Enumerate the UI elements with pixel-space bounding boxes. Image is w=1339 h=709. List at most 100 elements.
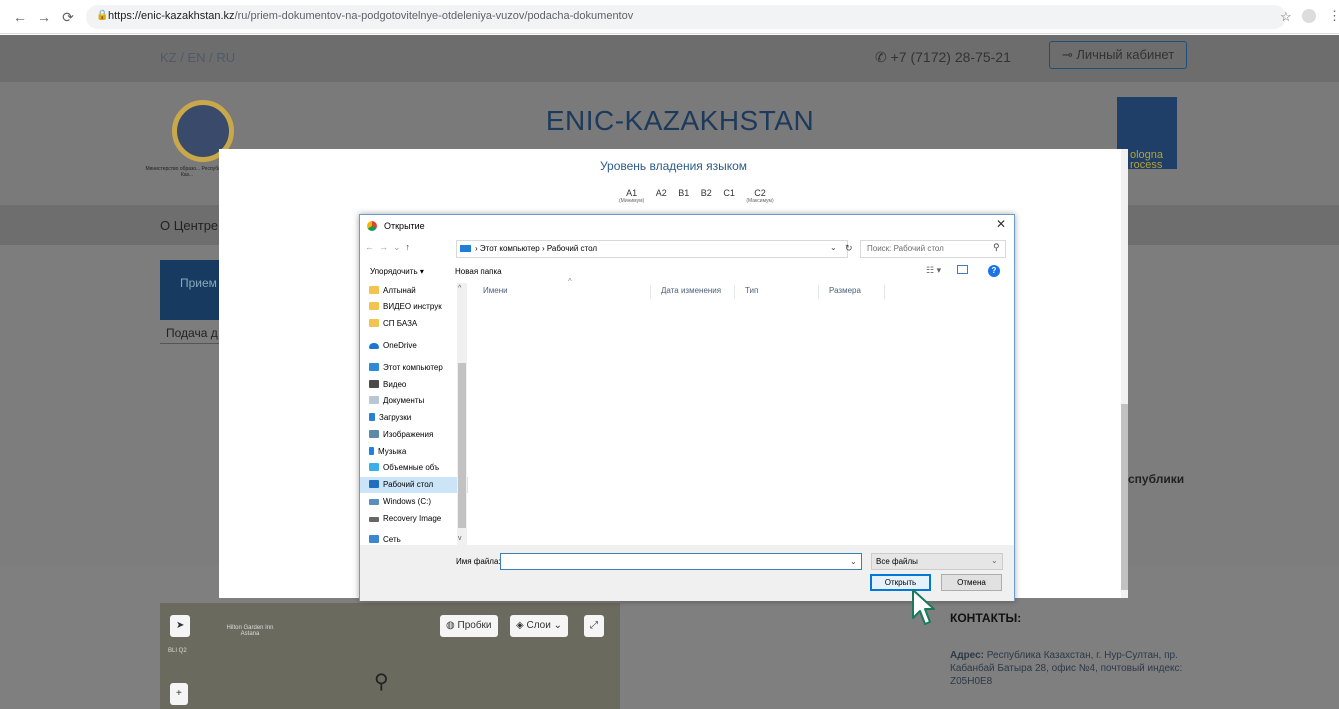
nav-item[interactable]: Загрузки	[369, 410, 468, 426]
close-icon[interactable]: ✕	[996, 217, 1006, 231]
url-text[interactable]: https://enic-kazakhstan.kz/ru/priem-doku…	[108, 10, 633, 22]
desktop-icon	[369, 480, 379, 488]
3d-objects-icon	[369, 463, 379, 471]
forward-icon[interactable]: →	[379, 242, 393, 252]
nav-item[interactable]: Видео	[369, 377, 468, 393]
contacts-title: КОНТАКТЫ:	[950, 611, 1022, 625]
bookmark-star-icon[interactable]: ☆	[1280, 9, 1292, 25]
search-icon[interactable]: ⚲	[993, 242, 1000, 253]
map-traffic-button[interactable]: ◍ Пробки	[440, 615, 498, 637]
drive-icon	[369, 499, 379, 505]
level-code: C2	[754, 188, 766, 198]
back-icon[interactable]: ←	[365, 242, 379, 252]
browser-menu-icon[interactable]: ⋮	[1328, 8, 1339, 24]
organize-button[interactable]: Упорядочить ▾	[370, 267, 424, 276]
traffic-icon: ◍	[446, 620, 458, 631]
column-header-type[interactable]: Тип	[735, 285, 819, 299]
network-icon	[369, 535, 379, 543]
modal-scrollbar-thumb[interactable]	[1121, 404, 1128, 590]
folder-icon	[369, 319, 379, 327]
nav-item[interactable]: OneDrive	[369, 338, 468, 354]
view-options-icon[interactable]: ☷ ▾	[926, 265, 941, 276]
cancel-button[interactable]: Отмена	[941, 574, 1002, 591]
nav-item[interactable]: Объемные объ	[369, 460, 468, 476]
level-note: (Минимум)	[619, 198, 645, 204]
personal-cabinet-button[interactable]: ⊸ Личный кабинет	[1049, 41, 1187, 69]
new-folder-button[interactable]: Новая папка	[455, 267, 502, 276]
up-icon[interactable]: ↑	[406, 242, 416, 252]
map-traffic-label: Пробки	[457, 620, 492, 631]
reload-icon[interactable]: ⟳	[60, 9, 76, 25]
breadcrumb: › Этот компьютер › Рабочий стол	[460, 244, 597, 253]
map-layers-button[interactable]: ◈ Слои ⌄	[510, 615, 568, 637]
nav-item[interactable]: Музыка	[369, 444, 468, 460]
map-widget[interactable]: ➤ BLI Q2 Hilton Garden Inn Astana ◍ Проб…	[160, 603, 620, 709]
help-icon[interactable]: ?	[988, 265, 1000, 277]
map-place-label: Hilton Garden Inn Astana	[226, 625, 274, 637]
breadcrumb-item[interactable]: Этот компьютер	[480, 244, 540, 253]
contacts-address-label: Адрес:	[950, 650, 984, 661]
chevron-down-icon[interactable]: ⌄	[830, 243, 837, 252]
nav-item-label: Документы	[383, 396, 425, 405]
folder-icon	[369, 286, 379, 294]
layers-icon: ◈	[516, 620, 527, 631]
chevron-down-icon[interactable]: ⌄	[991, 556, 998, 565]
filename-label: Имя файла:	[456, 557, 501, 566]
filename-input[interactable]	[500, 553, 862, 570]
nav-item[interactable]: Алтынай	[369, 283, 468, 299]
scroll-up-icon[interactable]: ^	[458, 285, 461, 292]
nav-item[interactable]: Документы	[369, 393, 468, 409]
forward-icon[interactable]: →	[36, 9, 52, 25]
nav-item[interactable]: ВИДЕО инструк	[369, 299, 468, 315]
map-zoom-in-button[interactable]: +	[170, 683, 188, 705]
level-option[interactable]: A1 (Минимум)	[619, 188, 644, 204]
preview-pane-icon[interactable]	[957, 265, 968, 274]
folder-icon	[369, 302, 379, 310]
chevron-down-icon[interactable]: ⌄	[393, 242, 406, 252]
nav-item[interactable]: Рабочий стол	[360, 477, 468, 493]
level-note: (Максимум)	[746, 198, 774, 204]
column-header-name[interactable]: Имени	[473, 285, 651, 299]
language-switcher[interactable]: KZ / EN / RU	[160, 50, 235, 65]
nav-item[interactable]: Windows (C:)	[369, 494, 468, 510]
url-host: https://enic-kazakhstan.kz	[108, 10, 235, 22]
breadcrumb-item[interactable]: Рабочий стол	[547, 244, 597, 253]
scroll-down-icon[interactable]: v	[458, 535, 462, 542]
nav-item-label: Объемные объ	[383, 463, 440, 472]
nav-item-label: Сеть	[383, 535, 401, 543]
nav-scrollbar-thumb[interactable]	[458, 363, 466, 528]
menu-item-about[interactable]: О Центре	[160, 218, 218, 233]
nav-item-label: Алтынай	[383, 286, 416, 295]
file-type-select[interactable]: Все файлы	[871, 553, 1003, 570]
nav-item[interactable]: Этот компьютер	[369, 360, 468, 376]
nav-item[interactable]: Изображения	[369, 427, 468, 443]
level-option[interactable]: C1	[723, 188, 735, 198]
back-icon[interactable]: ←	[12, 9, 28, 25]
phone-icon: ✆	[875, 49, 891, 65]
nav-item[interactable]: СП БАЗА	[369, 316, 468, 332]
onedrive-icon	[369, 343, 379, 349]
chrome-icon	[367, 221, 377, 231]
map-fullscreen-icon[interactable]: ⤢	[584, 615, 604, 637]
images-icon	[369, 430, 379, 438]
nav-item[interactable]: Recovery Image	[369, 511, 468, 527]
site-title[interactable]: ENIC-KAZAKHSTAN	[500, 105, 860, 137]
profile-avatar-icon[interactable]	[1302, 9, 1316, 23]
nav-item-label: OneDrive	[383, 341, 417, 350]
refresh-icon[interactable]: ↻	[845, 243, 853, 254]
level-option[interactable]: B2	[701, 188, 712, 198]
key-icon: ⊸	[1061, 47, 1077, 62]
level-option[interactable]: C2 (Максимум)	[746, 188, 773, 204]
map-layers-label: Слои	[526, 620, 551, 631]
map-locate-icon[interactable]: ➤	[170, 615, 191, 637]
column-header-size[interactable]: Размера	[819, 285, 885, 299]
nav-item[interactable]: Сеть	[369, 532, 468, 543]
level-option[interactable]: B1	[678, 188, 689, 198]
level-option[interactable]: A2	[656, 188, 667, 198]
chevron-down-icon[interactable]: ⌄	[850, 557, 857, 566]
documents-icon	[369, 396, 379, 404]
level-code: A2	[655, 188, 667, 198]
column-header-date[interactable]: Дата изменения	[651, 285, 735, 299]
personal-cabinet-label: Личный кабинет	[1076, 47, 1175, 62]
level-code: B2	[700, 188, 712, 198]
